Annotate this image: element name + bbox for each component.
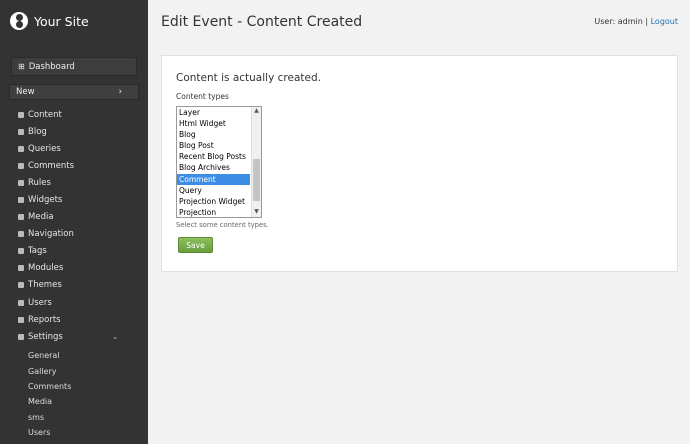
content-types-hint: Select some content types. — [176, 221, 269, 229]
sidebar-item-themes[interactable]: Themes — [18, 277, 143, 294]
option-blog-archives[interactable]: Blog Archives — [177, 162, 250, 173]
content-types-label: Content types — [176, 92, 229, 101]
content-icon — [18, 111, 24, 118]
sidebar-item-label: Navigation — [28, 229, 74, 240]
option-blog[interactable]: Blog — [177, 129, 250, 140]
navigation-icon — [18, 231, 24, 238]
chevron-down-icon: ⌄ — [112, 332, 118, 341]
sidebar-item-rules[interactable]: Rules — [18, 174, 143, 191]
site-name: Your Site — [34, 13, 89, 29]
sidebar-item-content[interactable]: Content — [18, 106, 143, 123]
new-label: New — [16, 87, 35, 97]
page-title: Edit Event - Content Created — [161, 14, 363, 30]
sidebar-item-media[interactable]: Media — [18, 209, 143, 226]
scroll-thumb[interactable] — [253, 159, 260, 201]
option-recent-blog-posts[interactable]: Recent Blog Posts — [177, 151, 250, 162]
user-info: User: admin | Logout — [594, 17, 678, 26]
sidebar-item-blog[interactable]: Blog — [18, 123, 143, 140]
sidebar-item-queries[interactable]: Queries — [18, 140, 143, 157]
comments-icon — [18, 162, 24, 169]
save-button[interactable]: Save — [178, 237, 213, 253]
sidebar-item-label: Modules — [28, 263, 64, 274]
option-layer[interactable]: Layer — [177, 107, 250, 118]
sidebar-item-comments[interactable]: Comments — [18, 157, 143, 174]
option-projection[interactable]: Projection — [177, 207, 250, 217]
sidebar-item-navigation[interactable]: Navigation — [18, 226, 143, 243]
settings-icon — [18, 333, 24, 340]
sidebar-item-label: Rules — [28, 177, 51, 188]
users-icon — [18, 299, 24, 306]
sidebar-item-modules[interactable]: Modules — [18, 260, 143, 277]
tags-icon — [18, 248, 24, 255]
widgets-icon — [18, 197, 24, 204]
submenu-item-media[interactable]: Media — [28, 394, 71, 409]
sidebar-item-reports[interactable]: Reports — [18, 311, 143, 328]
sidebar-item-label: Widgets — [28, 195, 63, 206]
sidebar-item-label: Comments — [28, 160, 75, 171]
new-menu-button[interactable]: New › — [9, 84, 139, 100]
brand[interactable]: Your Site — [10, 12, 89, 30]
submenu-item-sms[interactable]: sms — [28, 410, 71, 425]
sidebar-item-label: Queries — [28, 143, 61, 154]
orchard-logo-icon — [10, 12, 28, 30]
scroll-down-icon[interactable]: ▼ — [252, 208, 261, 217]
sidebar: Your Site ⊞ Dashboard New › Content Blog… — [0, 0, 148, 444]
sidebar-item-label: Settings — [28, 331, 63, 342]
dashboard-button[interactable]: ⊞ Dashboard — [11, 57, 137, 76]
scroll-up-icon[interactable]: ▲ — [252, 107, 261, 116]
sidebar-nav: Content Blog Queries Comments Rules Widg… — [18, 106, 143, 345]
sidebar-item-label: Blog — [28, 126, 47, 137]
submenu-item-users[interactable]: Users — [28, 425, 71, 440]
listbox-scrollbar[interactable]: ▲ ▼ — [251, 107, 261, 217]
sidebar-item-label: Reports — [28, 314, 61, 325]
sidebar-item-label: Tags — [28, 246, 47, 257]
dashboard-label: Dashboard — [28, 61, 75, 72]
queries-icon — [18, 145, 24, 152]
option-query[interactable]: Query — [177, 185, 250, 196]
option-comment[interactable]: Comment — [177, 173, 250, 185]
panel-heading: Content is actually created. — [176, 72, 321, 84]
settings-submenu: General Gallery Comments Media sms Users — [28, 348, 71, 440]
option-projection-widget[interactable]: Projection Widget — [177, 196, 250, 207]
sidebar-item-label: Content — [28, 109, 62, 120]
reports-icon — [18, 316, 24, 323]
logout-link[interactable]: Logout — [651, 17, 678, 26]
submenu-item-comments[interactable]: Comments — [28, 379, 71, 394]
submenu-item-general[interactable]: General — [28, 348, 71, 363]
blog-icon — [18, 128, 24, 135]
sidebar-item-widgets[interactable]: Widgets — [18, 191, 143, 208]
media-icon — [18, 214, 24, 221]
edit-event-panel: Content is actually created. Content typ… — [161, 55, 678, 272]
sidebar-item-label: Media — [28, 212, 54, 223]
rules-icon — [18, 179, 24, 186]
themes-icon — [18, 282, 24, 289]
option-html-widget[interactable]: Html Widget — [177, 118, 250, 129]
modules-icon — [18, 265, 24, 272]
sidebar-item-label: Users — [28, 297, 52, 308]
sidebar-item-tags[interactable]: Tags — [18, 243, 143, 260]
option-blog-post[interactable]: Blog Post — [177, 140, 250, 151]
content-types-select[interactable]: Layer Html Widget Blog Blog Post Recent … — [176, 106, 262, 218]
sidebar-item-label: Themes — [28, 280, 62, 291]
sidebar-item-users[interactable]: Users — [18, 294, 143, 311]
chevron-right-icon: › — [118, 87, 122, 97]
user-label: User: admin — [594, 17, 643, 26]
submenu-item-gallery[interactable]: Gallery — [28, 363, 71, 378]
dashboard-icon: ⊞ — [18, 62, 25, 71]
separator: | — [645, 17, 649, 26]
sidebar-item-settings[interactable]: Settings ⌄ — [18, 328, 143, 345]
